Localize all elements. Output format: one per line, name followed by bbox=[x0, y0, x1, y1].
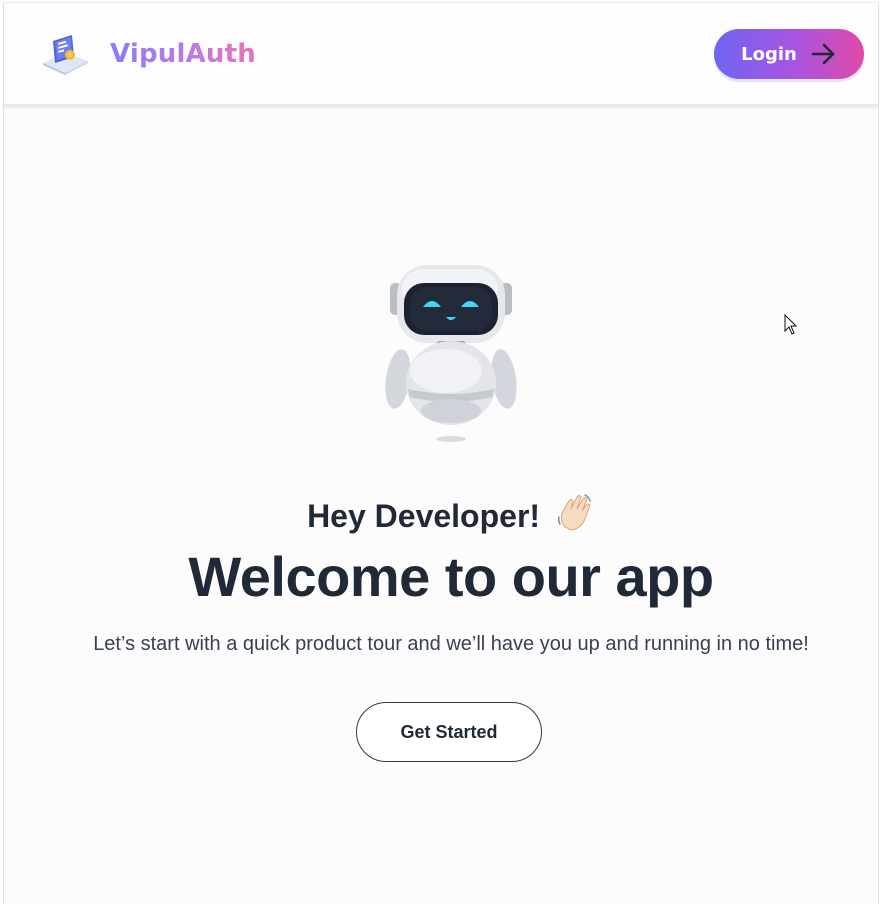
intro-text: Let’s start with a quick product tour an… bbox=[93, 633, 809, 655]
robot-illustration bbox=[385, 265, 517, 442]
login-label: Login bbox=[741, 43, 797, 65]
greeting-text: Hey Developer! bbox=[307, 498, 541, 534]
security-certificate-icon bbox=[43, 35, 88, 75]
get-started-label: Get Started bbox=[400, 721, 498, 742]
mouse-pointer-icon bbox=[784, 314, 798, 335]
get-started-button[interactable]: Get Started bbox=[356, 702, 542, 762]
app-window: VipulAuth Login Hey Developer! Welcome t… bbox=[3, 2, 879, 904]
waving-hand-icon bbox=[557, 494, 591, 531]
brand[interactable]: VipulAuth bbox=[40, 33, 256, 75]
login-button[interactable]: Login bbox=[714, 29, 864, 79]
arrow-right-icon bbox=[811, 43, 835, 65]
brand-name: VipulAuth bbox=[110, 39, 256, 69]
navbar: VipulAuth Login bbox=[4, 3, 878, 107]
greeting: Hey Developer! bbox=[4, 493, 881, 535]
page-title: Welcome to our app bbox=[188, 545, 714, 608]
